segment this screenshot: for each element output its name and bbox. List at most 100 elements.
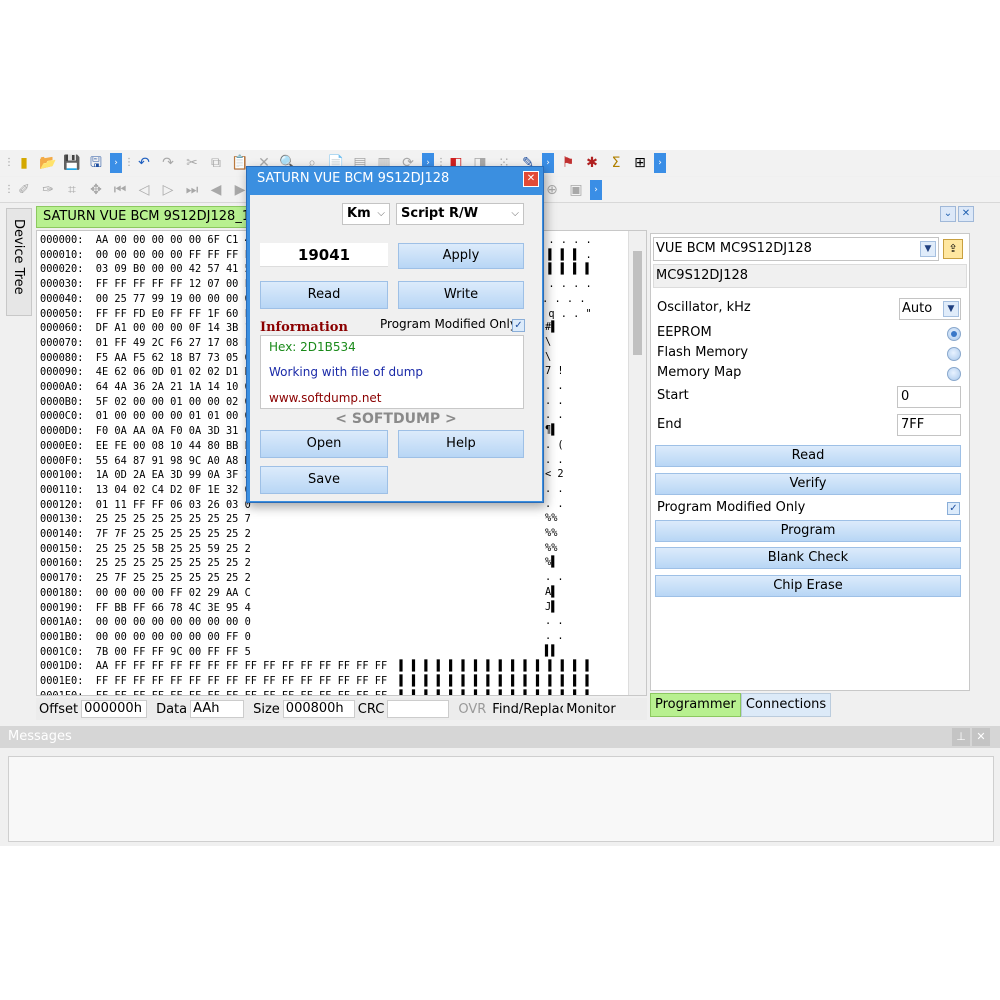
device-select[interactable]: VUE BCM MC9S12DJ128 ▼ xyxy=(653,237,939,261)
chevron-down-icon: ⌵ xyxy=(511,208,519,219)
copy-icon[interactable]: ⧉ xyxy=(205,152,227,174)
hex-ascii-fragment: %% xyxy=(545,541,558,554)
toolbar-more-button[interactable]: › xyxy=(654,153,666,173)
load-device-icon[interactable]: ⇪ xyxy=(943,239,963,259)
hex-scrollbar[interactable] xyxy=(628,231,646,695)
hierarchy-icon[interactable]: ⊞ xyxy=(629,152,651,174)
hex-row[interactable]: 000190: FF BB FF 66 78 4C 3E 95 4 xyxy=(40,601,592,616)
chip-erase-button[interactable]: Chip Erase xyxy=(655,575,961,597)
first-icon[interactable]: ⏮ xyxy=(109,179,131,201)
hex-row[interactable]: 0001E0: FF FF FF FF FF FF FF FF FF FF FF… xyxy=(40,674,592,689)
hex-row[interactable]: 0001B0: 00 00 00 00 00 00 00 FF 0 xyxy=(40,630,592,645)
redo-icon[interactable]: ↷ xyxy=(157,152,179,174)
dialog-write-button[interactable]: Write xyxy=(398,281,524,309)
hex-ascii-fragment: . ( xyxy=(545,438,564,451)
save-as-icon[interactable]: 🖫 xyxy=(85,152,107,174)
unit-select[interactable]: Km ⌵ xyxy=(342,203,390,225)
help-button[interactable]: Help xyxy=(398,430,524,458)
last-icon[interactable]: ⏭ xyxy=(181,179,203,201)
dialog-content: Km ⌵ Script R/W ⌵ 19041 Apply Read Write… xyxy=(250,195,542,501)
status-bar: Offset 000000h Data AAh Size 000800h CRC… xyxy=(36,698,647,720)
mode-select[interactable]: Script R/W ⌵ xyxy=(396,203,524,225)
information-box: Hex: 2D1B534 Working with file of dump w… xyxy=(260,335,524,409)
memory-map-radio[interactable] xyxy=(947,367,961,381)
toolbar-grip[interactable]: ⋮ xyxy=(124,154,134,172)
toolbar-more-button[interactable]: › xyxy=(110,153,122,173)
hex-row[interactable]: 0001D0: AA FF FF FF FF FF FF FF FF FF FF… xyxy=(40,659,592,674)
save-icon[interactable]: 💾 xyxy=(61,152,83,174)
verify-button[interactable]: Verify xyxy=(655,473,961,495)
hex-row[interactable]: 000180: 00 00 00 00 FF 02 29 AA C xyxy=(40,586,592,601)
oscillator-select[interactable]: Auto ▼ xyxy=(899,298,961,320)
hex-ascii-fragment: . . xyxy=(545,497,564,510)
new-chip-icon[interactable]: ▮ xyxy=(13,152,35,174)
memory-map-label: Memory Map xyxy=(657,365,742,380)
ovr-indicator: OVR xyxy=(458,701,487,717)
dialog-read-button[interactable]: Read xyxy=(260,281,388,309)
start-input[interactable]: 0 xyxy=(897,386,961,408)
sigma-icon[interactable]: Σ xyxy=(605,152,627,174)
move-icon[interactable]: ✥ xyxy=(85,179,107,201)
device-tree-tab[interactable]: Device Tree xyxy=(6,208,32,316)
flash-memory-radio[interactable] xyxy=(947,347,961,361)
modified-only-checkbox[interactable]: ✓ xyxy=(947,502,960,515)
cut-icon[interactable]: ✂ xyxy=(181,152,203,174)
chevron-down-icon[interactable]: ▼ xyxy=(920,241,936,257)
back-circle-icon[interactable]: ◀ xyxy=(205,179,227,201)
blank-check-button[interactable]: Blank Check xyxy=(655,547,961,569)
apply-button[interactable]: Apply xyxy=(398,243,524,269)
read-button[interactable]: Read xyxy=(655,445,961,467)
open-button[interactable]: Open xyxy=(260,430,388,458)
dialog-modified-only-checkbox[interactable]: ✓ xyxy=(512,319,525,332)
pin-alt-icon[interactable]: ✑ xyxy=(37,179,59,201)
chevron-down-icon[interactable]: ▼ xyxy=(943,301,959,317)
close-icon[interactable]: ✕ xyxy=(523,171,539,187)
eeprom-radio[interactable] xyxy=(947,327,961,341)
pin-icon[interactable]: ⊥ xyxy=(952,728,970,746)
zoom-icon[interactable]: ⊕ xyxy=(541,179,563,201)
pin-icon[interactable]: ✐ xyxy=(13,179,35,201)
toolbar-grip[interactable]: ⋮ xyxy=(4,154,14,172)
hex-ascii-fragment: . . xyxy=(545,394,564,407)
monitor-link[interactable]: Monitor xyxy=(563,702,623,717)
hex-row[interactable]: 000140: 7F 7F 25 25 25 25 25 25 2 xyxy=(40,527,592,542)
hex-row[interactable]: 0001C0: 7B 00 FF FF 9C 00 FF FF 5 xyxy=(40,645,592,660)
hex-ascii-fragment: . . xyxy=(545,629,564,642)
close-icon[interactable]: ✕ xyxy=(958,206,974,222)
save-button[interactable]: Save xyxy=(260,466,388,494)
website-link[interactable]: www.softdump.net xyxy=(269,391,382,405)
window-icon[interactable]: ▣ xyxy=(565,179,587,201)
tab-programmer[interactable]: Programmer xyxy=(650,693,741,717)
hex-ascii-fragment: < 2 xyxy=(545,468,564,481)
find-replace-link[interactable]: Find/Replace xyxy=(489,702,563,717)
undo-icon[interactable]: ↶ xyxy=(133,152,155,174)
messages-list[interactable] xyxy=(8,756,994,842)
chevron-down-icon[interactable]: ⌄ xyxy=(940,206,956,222)
flash-memory-label: Flash Memory xyxy=(657,345,749,360)
toolbar-more-button[interactable]: › xyxy=(590,179,602,200)
km-input[interactable]: 19041 xyxy=(260,243,388,267)
open-folder-icon[interactable]: 📂 xyxy=(37,152,59,174)
scrollbar-thumb[interactable] xyxy=(633,251,642,355)
chevron-down-icon: ⌵ xyxy=(377,208,385,219)
hex-row[interactable]: 000170: 25 7F 25 25 25 25 25 25 2 xyxy=(40,571,592,586)
select-area-icon[interactable]: ⌗ xyxy=(61,179,83,201)
next-icon[interactable]: ▷ xyxy=(157,179,179,201)
hex-row[interactable]: 000130: 25 25 25 25 25 25 25 25 7 xyxy=(40,512,592,527)
hex-ascii-fragment: ▌▌ xyxy=(545,644,558,657)
hex-row[interactable]: 0001A0: 00 00 00 00 00 00 00 00 0 xyxy=(40,615,592,630)
close-icon[interactable]: ✕ xyxy=(972,728,990,746)
hex-ascii-fragment: %▌ xyxy=(545,556,558,569)
hex-row[interactable]: 000150: 25 25 25 5B 25 25 59 25 2 xyxy=(40,542,592,557)
tab-connections[interactable]: Connections xyxy=(740,693,832,717)
end-input[interactable]: 7FF xyxy=(897,414,961,436)
toolbar-grip[interactable]: ⋮ xyxy=(4,181,14,199)
bug-icon[interactable]: ✱ xyxy=(581,152,603,174)
hex-row[interactable]: 000160: 25 25 25 25 25 25 25 25 2 xyxy=(40,556,592,571)
hex-row[interactable]: 0001F0: FF FF FF FF FF FF FF FF FF FF FF… xyxy=(40,689,592,695)
hex-ascii-fragment: %% xyxy=(545,527,558,539)
program-button[interactable]: Program xyxy=(655,520,961,542)
flag-icon[interactable]: ⚑ xyxy=(557,152,579,174)
hex-ascii-fragment: %% xyxy=(545,512,558,525)
previous-icon[interactable]: ◁ xyxy=(133,179,155,201)
